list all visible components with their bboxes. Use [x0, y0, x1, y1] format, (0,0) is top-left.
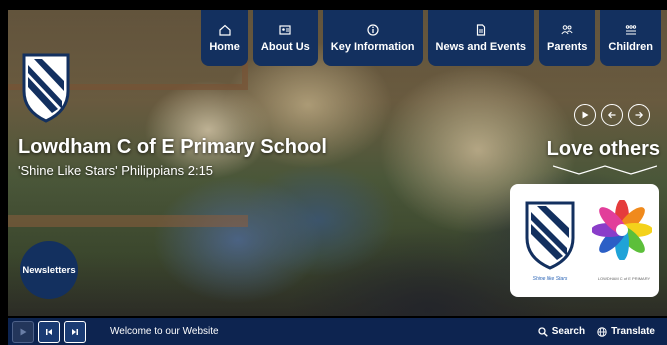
- children-icon: [624, 23, 638, 37]
- school-crest-icon[interactable]: [20, 51, 72, 123]
- slideshow-controls: [574, 104, 650, 126]
- nav-parents[interactable]: Parents: [539, 10, 596, 66]
- document-icon: [474, 23, 488, 37]
- nav-news-and-events-label: News and Events: [435, 41, 527, 53]
- next-control-button[interactable]: [64, 320, 86, 343]
- play-icon: [20, 328, 27, 335]
- previous-slide-button[interactable]: [601, 104, 623, 126]
- school-shield-icon: [525, 201, 575, 270]
- search-icon: [538, 326, 548, 337]
- skip-next-icon: [72, 328, 78, 335]
- school-title: Lowdham C of E Primary School: [18, 136, 327, 158]
- newsletters-button[interactable]: Newsletters: [20, 241, 78, 299]
- main-nav: Home About Us Key Information News and E…: [201, 10, 661, 66]
- home-icon: [218, 23, 232, 37]
- nav-children[interactable]: Children: [600, 10, 661, 66]
- arrow-left-icon: [607, 111, 616, 119]
- tagline: Love others: [546, 138, 660, 160]
- school-motto: 'Shine Like Stars' Philippians 2:15: [18, 163, 214, 178]
- nav-about-us[interactable]: About Us: [252, 10, 318, 66]
- welcome-ticker: Welcome to our Website: [110, 326, 219, 337]
- next-slide-button[interactable]: [628, 104, 650, 126]
- info-icon: [366, 23, 380, 37]
- play-control-button[interactable]: [12, 320, 34, 343]
- translate-button[interactable]: Translate: [597, 326, 655, 337]
- zigzag-decoration: [553, 165, 657, 175]
- id-card-icon: [278, 23, 292, 37]
- play-button[interactable]: [574, 104, 596, 126]
- play-icon: [582, 111, 589, 119]
- nav-key-information[interactable]: Key Information: [322, 10, 423, 66]
- bottom-bar: Welcome to our Website Search Translate: [8, 318, 667, 345]
- nav-home-label: Home: [209, 41, 240, 53]
- people-icon: [560, 23, 574, 37]
- nav-news-and-events[interactable]: News and Events: [427, 10, 535, 66]
- arrow-right-icon: [635, 111, 644, 119]
- nav-parents-label: Parents: [547, 41, 588, 53]
- translate-label: Translate: [611, 326, 655, 337]
- search-label: Search: [551, 326, 586, 337]
- search-button[interactable]: Search: [538, 326, 585, 337]
- logos-card: Shine like Stars LOWDHAM C of E PRIMARY: [510, 184, 659, 297]
- nav-children-label: Children: [608, 41, 653, 53]
- nav-home[interactable]: Home: [201, 10, 248, 66]
- flower-logo-icon: [592, 200, 652, 260]
- nav-about-us-label: About Us: [260, 41, 310, 53]
- globe-icon: [597, 326, 607, 337]
- nav-key-information-label: Key Information: [330, 41, 415, 53]
- flower-caption: LOWDHAM C of E PRIMARY: [597, 276, 651, 281]
- skip-previous-icon: [46, 328, 52, 335]
- previous-control-button[interactable]: [38, 320, 60, 343]
- wooden-rail: [8, 215, 248, 227]
- shield-caption: Shine like Stars: [532, 276, 568, 282]
